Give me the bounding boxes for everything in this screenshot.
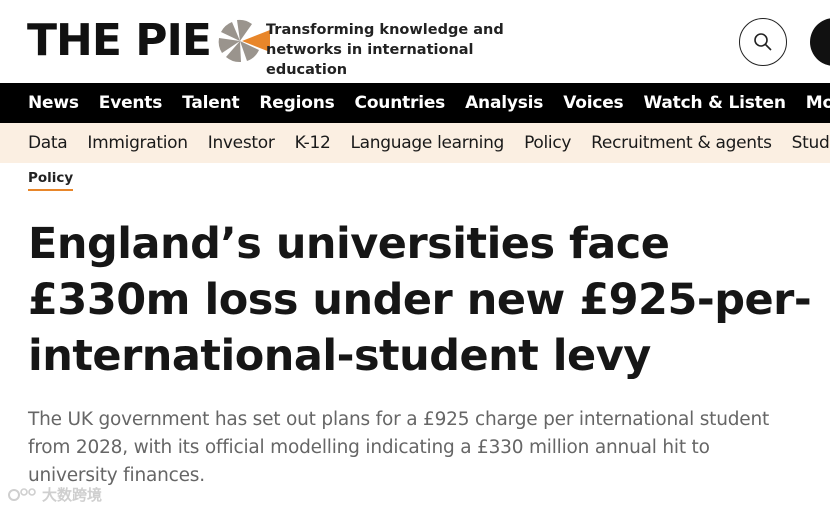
topic-item-immigration[interactable]: Immigration	[87, 133, 188, 153]
site-logo[interactable]: THE PIE	[27, 17, 271, 65]
search-button[interactable]	[739, 18, 787, 66]
watermark-logo-icon	[8, 487, 36, 501]
topic-nav: Data Immigration Investor K-12 Language …	[0, 123, 830, 163]
logo-text: THE PIE	[27, 15, 212, 66]
article-category-link[interactable]: Policy	[28, 170, 74, 191]
topic-item-study-abroad[interactable]: Study ab	[792, 133, 830, 153]
topic-item-investor[interactable]: Investor	[208, 133, 275, 153]
search-icon	[754, 33, 772, 51]
topic-item-language-learning[interactable]: Language learning	[351, 133, 505, 153]
topic-item-data[interactable]: Data	[28, 133, 68, 153]
main-nav: News Events Talent Regions Countries Ana…	[0, 83, 830, 123]
topic-item-policy[interactable]: Policy	[524, 133, 571, 153]
topic-item-k12[interactable]: K-12	[295, 133, 331, 153]
nav-item-voices[interactable]: Voices	[563, 93, 623, 113]
pie-logo-icon	[218, 19, 270, 63]
menu-button[interactable]	[810, 18, 830, 66]
topic-item-recruitment-agents[interactable]: Recruitment & agents	[591, 133, 772, 153]
article-headline: England’s universities face £330m loss u…	[28, 219, 812, 381]
nav-item-movers[interactable]: Movers	[806, 93, 830, 113]
site-tagline: Transforming knowledge and networks in i…	[266, 22, 504, 78]
nav-item-news[interactable]: News	[28, 93, 79, 113]
watermark-text: 大数跨境	[42, 486, 103, 504]
nav-item-analysis[interactable]: Analysis	[465, 93, 543, 113]
watermark: 大数跨境	[8, 484, 102, 505]
nav-item-watch-listen[interactable]: Watch & Listen	[643, 93, 786, 113]
article-standfirst: The UK government has set out plans for …	[28, 409, 770, 486]
nav-item-events[interactable]: Events	[99, 93, 163, 113]
nav-item-regions[interactable]: Regions	[259, 93, 334, 113]
nav-item-countries[interactable]: Countries	[355, 93, 446, 113]
nav-item-talent[interactable]: Talent	[182, 93, 239, 113]
site-header: THE PIE Transforming knowledge and netwo…	[0, 0, 830, 83]
